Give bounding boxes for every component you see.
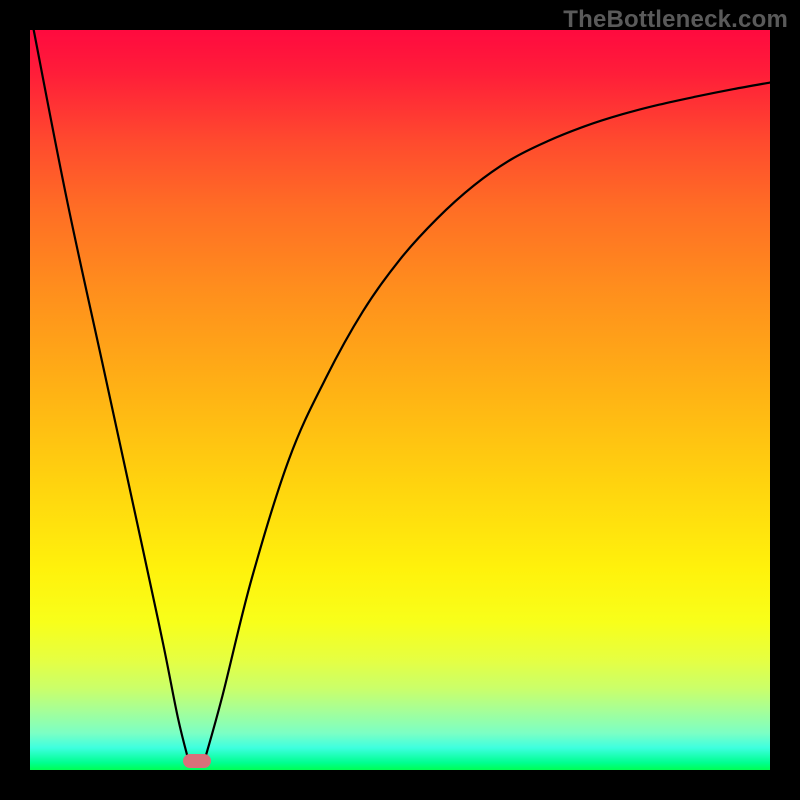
plot-area [30, 30, 770, 770]
curve-left-segment [34, 30, 189, 763]
curve-right-segment [204, 83, 770, 763]
bottleneck-curve [30, 30, 770, 770]
optimal-point-marker [183, 754, 211, 768]
chart-frame: TheBottleneck.com [0, 0, 800, 800]
